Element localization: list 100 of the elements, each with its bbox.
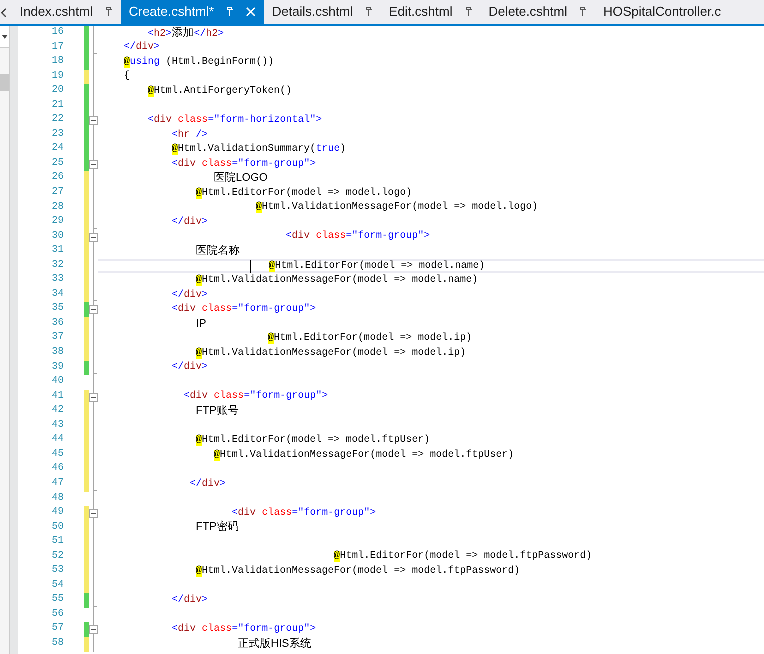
file-tab[interactable]: Details.cshtml: [264, 0, 382, 24]
code-line: FTP密码: [196, 520, 239, 536]
code-line: <div class="form-group">: [232, 506, 376, 521]
file-tab[interactable]: Edit.cshtml: [381, 0, 481, 24]
file-tab[interactable]: Delete.cshtml: [480, 0, 596, 24]
line-number: 32: [50, 258, 65, 273]
code-line: </div>: [172, 288, 208, 303]
line-number: 31: [50, 244, 65, 258]
code-line: @Html.EditorFor(model => model.ftpPassword): [334, 550, 592, 564]
line-number: 45: [50, 448, 65, 462]
code-line: @Html.ValidationMessageFor(model => model.ip): [196, 346, 466, 361]
code-line: <div class="form-group">: [286, 230, 430, 244]
line-number: 49: [50, 506, 65, 520]
scroll-left-icon[interactable]: [0, 8, 8, 18]
code-line: @Html.ValidationMessageFor(model => model.ftpPassword): [196, 564, 520, 580]
code-line: <div class="form-group">: [172, 158, 316, 172]
line-number: 38: [50, 346, 65, 360]
line-number: 16: [50, 26, 65, 40]
line-number: 40: [50, 375, 65, 390]
line-number: 17: [50, 40, 65, 55]
collapse-icon[interactable]: [89, 160, 98, 169]
line-number: 18: [50, 55, 65, 70]
collapse-icon[interactable]: [89, 116, 98, 126]
line-number: 27: [50, 186, 65, 200]
dropdown-caret-icon[interactable]: [2, 34, 8, 38]
line-number: 21: [50, 98, 65, 113]
pin-icon[interactable]: [365, 7, 374, 17]
code-line: </div>: [172, 360, 208, 376]
file-tab[interactable]: HOSpitalController.c: [595, 0, 730, 24]
line-number: 19: [50, 70, 65, 84]
code-line: @Html.ValidationMessageFor(model => model.ftpUser): [214, 448, 514, 463]
line-number: 46: [50, 462, 65, 476]
file-tab[interactable]: Index.cshtml: [12, 0, 121, 24]
line-number: 36: [50, 316, 65, 331]
line-number: 56: [50, 608, 65, 622]
line-number: 29: [50, 215, 65, 230]
line-number: 48: [50, 492, 65, 506]
code-line: </div>: [124, 40, 160, 56]
code-line: IP: [196, 316, 206, 332]
file-tab[interactable]: Create.cshtml*: [120, 0, 264, 24]
line-number: 51: [50, 535, 65, 550]
code-line: <hr />: [172, 128, 208, 143]
code-line: <div class="form-group">: [172, 622, 316, 638]
pin-icon[interactable]: [579, 7, 588, 17]
line-number: 28: [50, 200, 65, 215]
line-number: 58: [50, 636, 65, 651]
line-number: 55: [50, 593, 65, 608]
line-number: 52: [50, 550, 65, 564]
collapse-icon[interactable]: [89, 392, 98, 402]
code-line: </div>: [172, 216, 208, 230]
code-line: FTP账号: [196, 404, 239, 419]
pin-icon[interactable]: [104, 7, 113, 17]
collapse-icon[interactable]: [89, 625, 98, 634]
line-number: 34: [50, 288, 65, 302]
line-number: 23: [50, 128, 65, 142]
code-line: </div>: [190, 478, 226, 492]
line-number: 44: [50, 433, 65, 448]
code-line: 医院名称: [196, 244, 240, 259]
code-line: @Html.ValidationMessageFor(model => model.name): [196, 274, 478, 288]
line-number: 22: [50, 113, 65, 128]
line-number: 53: [50, 564, 65, 578]
line-number: 43: [50, 418, 65, 433]
line-number: 24: [50, 142, 65, 156]
code-line: </div>: [172, 594, 208, 608]
code-line: @Html.EditorFor(model => model.ip): [268, 332, 472, 346]
code-line: @Html.EditorFor(model => model.ftpUser): [196, 434, 430, 448]
collapse-icon[interactable]: [89, 232, 98, 242]
line-number: 39: [50, 360, 65, 375]
close-icon[interactable]: [246, 7, 256, 17]
text-cursor: [250, 260, 252, 273]
code-line: @Html.ValidationSummary(true): [172, 142, 346, 158]
line-number: 26: [50, 171, 65, 186]
code-line: @Html.EditorFor(model => model.logo): [196, 186, 412, 201]
line-number: 30: [50, 230, 65, 244]
collapse-icon[interactable]: [89, 509, 98, 518]
line-number: 54: [50, 578, 65, 593]
code-line: 正式版HIS系统: [238, 636, 312, 652]
line-number: 25: [50, 156, 65, 171]
line-number: 33: [50, 273, 65, 288]
code-line: 医院LOGO: [214, 171, 268, 186]
code-line: @Html.AntiForgeryToken(): [148, 84, 292, 99]
code-line: @Html.EditorFor(model => model.name): [269, 260, 486, 274]
line-number: 57: [50, 622, 65, 636]
code-line: <h2>添加</h2>: [148, 26, 224, 42]
code-line: @using (Html.BeginForm()): [124, 56, 274, 70]
pin-icon[interactable]: [464, 7, 473, 17]
line-number: 41: [50, 390, 65, 404]
collapse-icon[interactable]: [89, 305, 98, 314]
code-line: <div class="form-group">: [184, 390, 328, 404]
line-number: 35: [50, 302, 65, 316]
code-line: @Html.ValidationMessageFor(model => model.logo): [256, 200, 538, 216]
code-line: <div class="form-horizontal">: [148, 114, 322, 128]
line-number: 47: [50, 476, 65, 491]
scroll-thumb[interactable]: [0, 74, 9, 91]
code-line: {: [124, 70, 130, 84]
line-number: 37: [50, 331, 65, 346]
line-number: 20: [50, 84, 65, 98]
code-line: <div class="form-group">: [172, 302, 316, 318]
line-number: 42: [50, 404, 65, 418]
line-number: 50: [50, 520, 65, 535]
